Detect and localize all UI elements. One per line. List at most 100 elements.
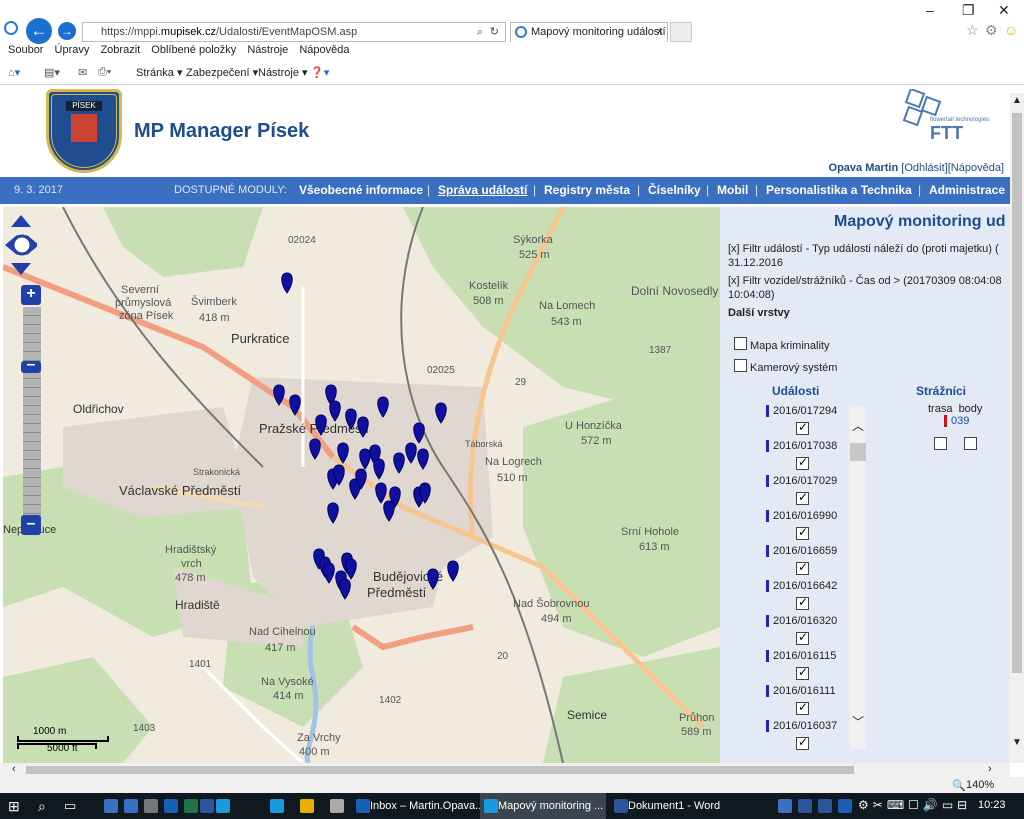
restore-icon[interactable]: ❐ [962, 2, 975, 19]
event-checkbox[interactable] [796, 665, 809, 680]
module-personalistika[interactable]: Personalistika a Technika [766, 183, 912, 197]
pan-up-arrow[interactable] [11, 215, 31, 227]
page-vscrollbar[interactable]: ▲ ▼ [1010, 93, 1024, 763]
taskbar-outlook[interactable]: Inbox – Martin.Opava... [352, 793, 484, 819]
zoom-slider[interactable] [23, 307, 41, 525]
pinned-app-icon[interactable] [144, 799, 158, 813]
event-code[interactable]: 2016/016115 [766, 650, 836, 662]
module-administrace[interactable]: Administrace [929, 183, 1005, 197]
event-code[interactable]: 2016/016659 [766, 545, 837, 557]
event-checkbox[interactable] [796, 595, 809, 610]
close-tab-icon[interactable]: × [657, 23, 663, 41]
scroll-down-icon[interactable]: ▼ [1012, 737, 1022, 748]
forward-button[interactable]: → [58, 22, 76, 40]
menu-nastroje[interactable]: Nástroje [247, 44, 288, 56]
help-link[interactable]: [Nápověda] [948, 162, 1004, 174]
event-code[interactable]: 2016/016642 [766, 580, 837, 592]
scroll-up-icon[interactable]: ︿ [852, 417, 864, 434]
scroll-up-icon[interactable]: ▲ [1012, 95, 1022, 106]
crime-map-checkbox[interactable] [734, 337, 747, 350]
tray-app-icon[interactable] [778, 799, 792, 813]
page-hscrollbar[interactable]: ‹ › [0, 763, 1010, 777]
cmd-stranka[interactable]: Stránka ▾ [136, 66, 183, 79]
smiley-icon[interactable]: ☺ [1004, 22, 1018, 38]
map-canvas[interactable]: 02024 Sýkorka 525 m Severní průmyslová z… [3, 207, 720, 763]
page-scroll-thumb[interactable] [1012, 113, 1022, 673]
mail-icon[interactable]: ✉ [78, 66, 87, 79]
cmd-zabezpeceni[interactable]: Zabezpečení ▾ [186, 66, 258, 79]
event-checkbox[interactable] [796, 525, 809, 540]
ie-icon[interactable] [216, 799, 230, 813]
task-view-icon[interactable]: ▭ [64, 798, 76, 814]
minimize-icon[interactable]: – [926, 2, 934, 18]
menu-zobrazit[interactable]: Zobrazit [100, 44, 140, 56]
event-code[interactable]: 2016/016990 [766, 510, 837, 522]
zoom-level[interactable]: 140% [966, 779, 994, 791]
module-sprava-udalosti[interactable]: Správa událostí [438, 183, 527, 197]
event-code[interactable]: 2016/017038 [766, 440, 837, 452]
new-tab-button[interactable] [670, 22, 692, 42]
hscroll-thumb[interactable] [26, 766, 854, 774]
event-checkbox[interactable] [796, 490, 809, 505]
help-icon[interactable]: ❓▾ [310, 66, 329, 79]
event-code[interactable]: 2016/016111 [766, 685, 836, 697]
search-icon[interactable]: ⌕ [477, 23, 483, 41]
event-marker[interactable] [281, 272, 293, 294]
event-code[interactable]: 2016/016320 [766, 615, 837, 627]
events-scrollbar[interactable]: ︿ ﹀ [850, 407, 866, 749]
logout-link[interactable]: [Odhlásit] [901, 162, 947, 174]
taskbar-word[interactable]: Dokument1 - Word [610, 793, 734, 819]
outlook-icon[interactable] [164, 799, 178, 813]
word-icon[interactable] [200, 799, 214, 813]
event-code[interactable]: 2016/017294 [766, 405, 837, 417]
tab-active[interactable]: Mapový monitoring událostí × [510, 22, 668, 42]
scroll-right-icon[interactable]: › [988, 763, 992, 775]
menu-napoveda[interactable]: Nápověda [299, 44, 349, 56]
module-registry[interactable]: Registry města [544, 183, 630, 197]
excel-icon[interactable] [184, 799, 198, 813]
favorites-icon[interactable]: ☆ [966, 22, 979, 39]
close-icon[interactable]: ✕ [998, 2, 1010, 19]
tray-app-icon[interactable] [818, 799, 832, 813]
pan-down-arrow[interactable] [11, 263, 31, 275]
pinned-app-icon[interactable] [124, 799, 138, 813]
vehicle-filter[interactable]: [x] Filtr vozidel/strážníků - Čas od > (… [728, 275, 1002, 287]
tray-app-icon[interactable] [798, 799, 812, 813]
event-checkbox[interactable] [796, 420, 809, 435]
gear-icon[interactable]: ⚙ [985, 22, 998, 39]
address-bar[interactable]: https://mppi.mupisek.cz/Udalosti/EventMa… [82, 22, 506, 42]
event-checkbox[interactable] [796, 700, 809, 715]
event-checkbox[interactable] [796, 735, 809, 750]
event-checkbox[interactable] [796, 630, 809, 645]
event-checkbox[interactable] [796, 560, 809, 575]
menu-oblibene[interactable]: Oblíbené položky [151, 44, 236, 56]
zoom-out-button[interactable]: – [21, 515, 41, 535]
back-button[interactable]: ← [26, 18, 52, 44]
event-filter[interactable]: [x] Filtr událostí - Typ události náleží… [728, 243, 999, 255]
home-icon[interactable]: ⌂▾ [8, 66, 20, 79]
guard-id[interactable]: 039 [951, 415, 969, 427]
event-code[interactable]: 2016/016037 [766, 720, 837, 732]
zoom-in-button[interactable]: + [21, 285, 41, 305]
pinned-app-icon[interactable] [104, 799, 118, 813]
edge-icon[interactable] [270, 799, 284, 813]
scroll-down-icon[interactable]: ﹀ [852, 713, 864, 730]
store-icon[interactable] [330, 799, 344, 813]
pan-control-icon[interactable] [5, 215, 37, 275]
guard-route-checkbox[interactable] [934, 437, 947, 450]
refresh-icon[interactable]: ↻ [490, 23, 499, 41]
module-mobil[interactable]: Mobil [717, 183, 748, 197]
events-scroll-thumb[interactable] [850, 443, 866, 461]
scroll-left-icon[interactable]: ‹ [12, 763, 16, 775]
feeds-icon[interactable]: ▤▾ [44, 66, 60, 79]
search-icon[interactable]: ⌕ [38, 798, 46, 815]
event-code[interactable]: 2016/017029 [766, 475, 837, 487]
event-marker[interactable] [447, 560, 459, 582]
zoom-icon[interactable]: 🔍 [952, 779, 966, 792]
module-vseobecne[interactable]: Všeobecné informace [299, 183, 423, 197]
cmd-nastroje[interactable]: Nástroje ▾ [258, 66, 308, 79]
folder-icon[interactable] [300, 799, 314, 813]
module-ciselniky[interactable]: Číselníky [648, 183, 701, 197]
camera-system-checkbox[interactable] [734, 359, 747, 372]
taskbar-ie[interactable]: Mapový monitoring ... [480, 793, 606, 819]
